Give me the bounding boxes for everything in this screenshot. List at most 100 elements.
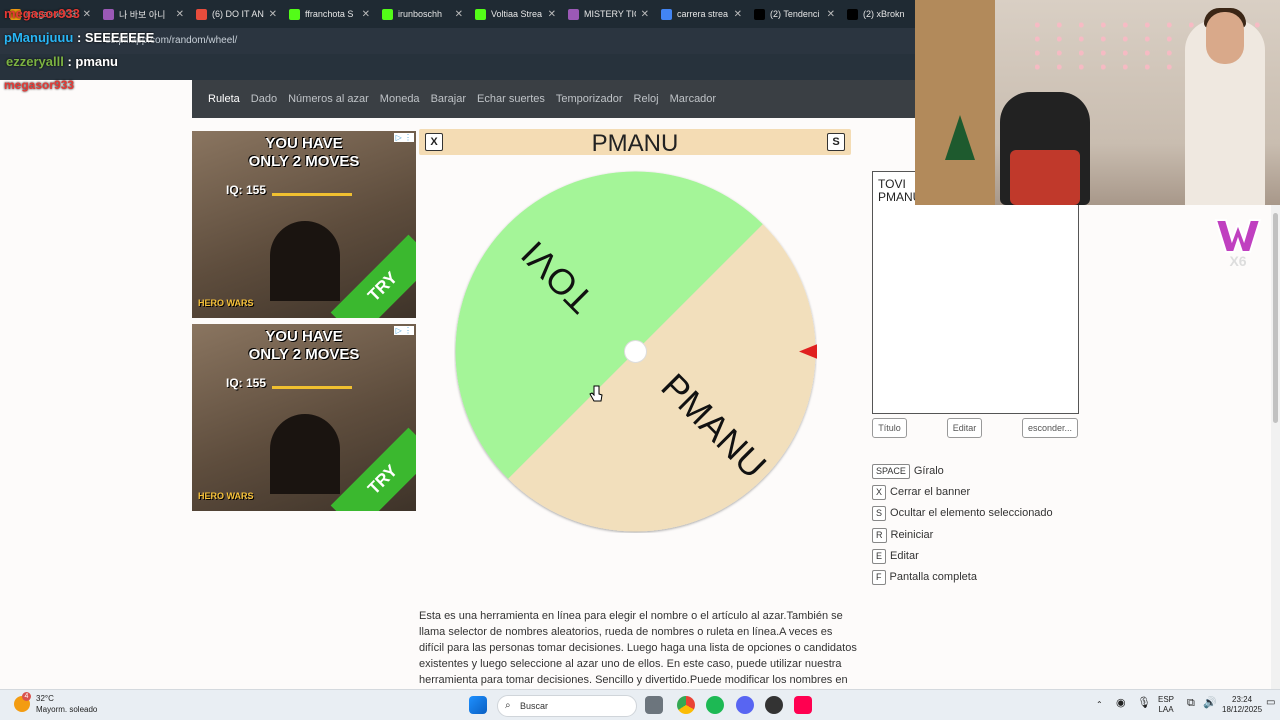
shortcut-close-banner: X Cerrar el banner	[872, 484, 970, 500]
browser-tab[interactable]: carrera strea ✕	[655, 0, 748, 28]
tab-favicon-icon	[289, 8, 300, 20]
discord-icon[interactable]	[736, 696, 754, 714]
hide-selected-button[interactable]: S	[827, 133, 845, 151]
taskbar: 32°C Mayorm. soleado 4 ⌕ Buscar ⌃ ◉ 🎙 ESP…	[0, 689, 1280, 720]
microphone-icon[interactable]: 🎙	[1137, 698, 1151, 709]
chat-user: pManujuuu	[4, 30, 74, 45]
webcam-overlay	[915, 0, 1280, 205]
ad-cave-image	[270, 414, 340, 494]
nav-item[interactable]: Reloj	[634, 93, 659, 105]
adchoices-icon[interactable]: ▷ ⋮	[393, 133, 414, 142]
close-icon[interactable]: ✕	[641, 9, 649, 20]
spotify-icon[interactable]	[706, 696, 724, 714]
site-nav: Ruleta Dado Números al azar Moneda Barajar Ec…	[192, 80, 915, 118]
nav-item[interactable]: Números al azar	[288, 93, 369, 105]
nav-item[interactable]: Marcador	[670, 93, 716, 105]
close-icon[interactable]: ✕	[269, 9, 277, 20]
wifi-icon[interactable]: ⧉	[1187, 698, 1195, 709]
wheel-result-title: PMANU	[591, 130, 679, 157]
tab-favicon-icon	[661, 8, 672, 20]
nav-item[interactable]: Barajar	[431, 93, 466, 105]
close-icon[interactable]: ✕	[83, 9, 91, 20]
ad-banner[interactable]: YOU HAVE ONLY 2 MOVES IQ: 155 HERO WARS T…	[192, 131, 416, 318]
page-scrollbar[interactable]	[1271, 205, 1280, 689]
chevron-up-icon[interactable]: ⌃	[1096, 700, 1103, 710]
weather-badge: 4	[22, 692, 31, 701]
browser-tab[interactable]: 나 바보 아니 ✕	[97, 0, 190, 28]
clock[interactable]: 23:24 18/12/2025	[1222, 695, 1262, 715]
nav-item[interactable]: Temporizador	[556, 93, 623, 105]
chat-line: megasor933	[4, 78, 74, 92]
browser-tab[interactable]: Voltiaa Strea ✕	[469, 0, 562, 28]
chrome-icon[interactable]	[677, 696, 695, 714]
network-icon[interactable]: ◉	[1116, 698, 1126, 709]
browser-tab[interactable]: ffranchota S ✕	[283, 0, 376, 28]
chat-line: megasor933	[4, 6, 80, 21]
notifications-icon[interactable]: ▭	[1266, 698, 1275, 708]
shortcut-fullscreen: F Pantalla completa	[872, 569, 977, 585]
ad-logo: HERO WARS	[198, 491, 254, 501]
chat-user: megasor933	[4, 6, 80, 21]
chat-message: pmanu	[75, 54, 119, 69]
wheel-title-bar: PMANU X S	[419, 129, 851, 157]
search-icon: ⌕	[505, 700, 511, 711]
nav-item[interactable]: Ruleta	[208, 93, 240, 105]
volume-icon[interactable]: 🔊	[1203, 698, 1217, 709]
browser-tab[interactable]: MISTERY TIC ✕	[562, 0, 655, 28]
task-view-icon[interactable]	[645, 696, 663, 714]
tab-favicon-icon	[382, 8, 393, 20]
tab-title: irunboschh	[398, 9, 443, 19]
ad-cave-image	[270, 221, 340, 301]
tab-title: carrera strea	[677, 9, 729, 19]
edit-button[interactable]: Editar	[947, 418, 982, 438]
tab-favicon-icon	[196, 8, 207, 20]
tab-title: 나 바보 아니	[119, 9, 166, 20]
close-icon[interactable]: ✕	[734, 9, 742, 20]
chat-line: pManujuuu : SEEEEEEE	[4, 30, 155, 45]
svg-text:X6: X6	[1229, 253, 1246, 269]
chat-line: ezzeryalll : pmanu	[6, 54, 119, 69]
tab-favicon-icon	[847, 8, 858, 20]
close-icon[interactable]: ✕	[176, 9, 184, 20]
close-icon[interactable]: ✕	[827, 9, 835, 20]
tab-favicon-icon	[754, 8, 765, 20]
chat-message: SEEEEEEE	[84, 30, 155, 45]
nav-item[interactable]: Dado	[251, 93, 277, 105]
browser-tab[interactable]: irunboschh ✕	[376, 0, 469, 28]
close-icon[interactable]: ✕	[455, 9, 463, 20]
hand-cursor-icon	[589, 385, 603, 402]
browser-tab[interactable]: (6) DO IT AN ✕	[190, 0, 283, 28]
nav-item[interactable]: Echar suertes	[477, 93, 545, 105]
chat-user: megasor933	[4, 78, 75, 92]
tab-favicon-icon	[568, 8, 579, 20]
shortcut-hide-selected: S Ocultar el elemento seleccionado	[872, 505, 1053, 521]
adchoices-icon[interactable]: ▷ ⋮	[393, 326, 414, 335]
tab-title: MISTERY TIC	[584, 9, 636, 19]
tab-title: Voltiaa Strea	[491, 9, 543, 19]
nav-item[interactable]: Moneda	[380, 93, 420, 105]
names-textarea[interactable]: TOVI PMANU	[872, 171, 1079, 414]
tab-title: (2) Tendenci	[770, 9, 820, 19]
stream-logo-icon: X6	[1214, 219, 1262, 269]
scrollbar-thumb[interactable]	[1273, 213, 1278, 423]
ad-logo: HERO WARS	[198, 298, 254, 308]
tab-title: (2) xBrokn	[863, 9, 905, 19]
close-icon[interactable]: ✕	[362, 9, 370, 20]
obs-icon[interactable]	[765, 696, 783, 714]
spin-wheel[interactable]: TOVI PMANU	[454, 170, 817, 533]
close-icon[interactable]: ✕	[548, 9, 556, 20]
ad-banner[interactable]: YOU HAVE ONLY 2 MOVES IQ: 155 HERO WARS T…	[192, 324, 416, 511]
shortcut-spin: SPACE Gíralo	[872, 463, 944, 479]
language-indicator[interactable]: ESP LAA	[1158, 695, 1174, 715]
shortcut-reset: R Reiniciar	[872, 527, 933, 543]
windows-start-icon[interactable]	[469, 696, 487, 714]
hide-button[interactable]: esconder...	[1022, 418, 1078, 438]
close-banner-button[interactable]: X	[425, 133, 443, 151]
taskbar-search[interactable]: ⌕ Buscar	[497, 695, 637, 717]
browser-tab[interactable]: (2) Tendenci ✕	[748, 0, 841, 28]
tab-title: ffranchota S	[305, 9, 354, 19]
title-button[interactable]: Título	[872, 418, 907, 438]
tiktok-icon[interactable]	[794, 696, 812, 714]
shortcut-edit: E Editar	[872, 548, 919, 564]
tab-favicon-icon	[103, 8, 114, 20]
